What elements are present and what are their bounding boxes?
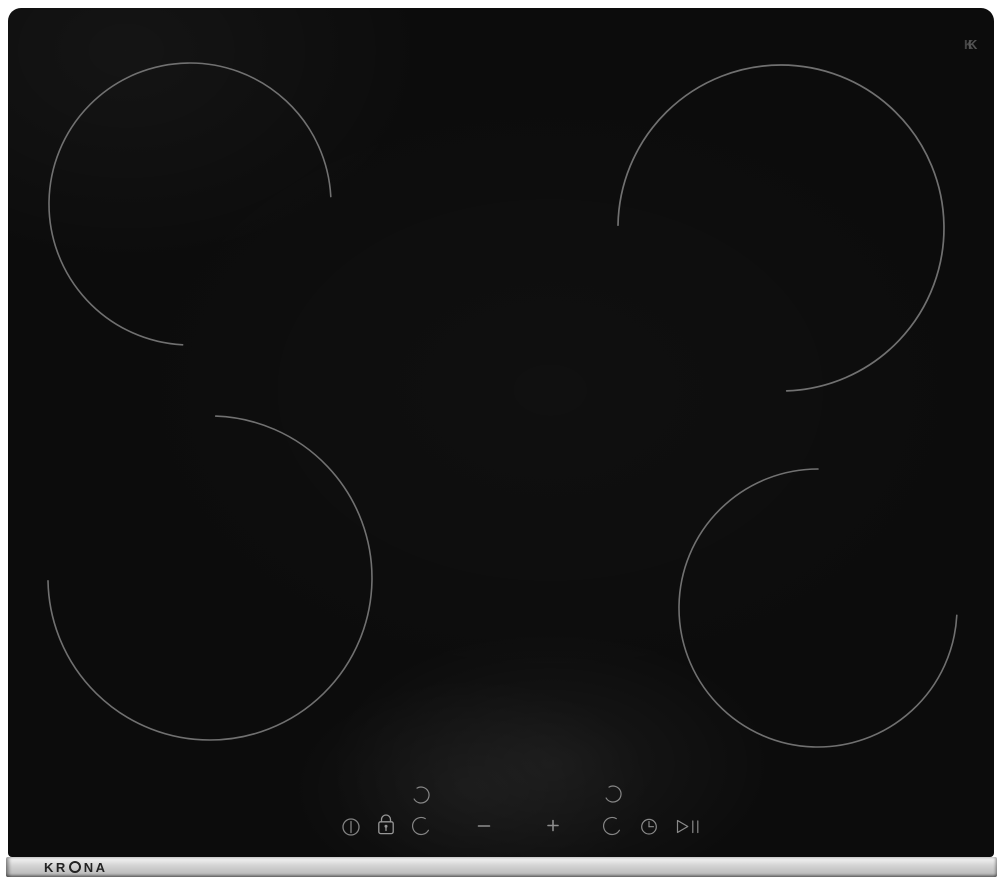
front-left-burner-ring: [48, 416, 372, 740]
stainless-trim-strip: KR NA: [6, 857, 997, 877]
rear-right-zone-select-key[interactable]: [606, 786, 621, 802]
brand-mark-k-icon: K K: [956, 36, 986, 56]
zone-selector-keys: [413, 786, 621, 834]
power-key[interactable]: [343, 819, 359, 835]
burner-rings: [48, 63, 957, 747]
brand-mark-k: K: [968, 37, 977, 52]
front-right-zone-select-key[interactable]: [604, 817, 620, 834]
play-icon: [678, 821, 688, 833]
front-left-zone-select-key[interactable]: [413, 817, 429, 834]
logo-o-ring-icon: [69, 861, 81, 873]
front-right-burner-ring: [679, 469, 957, 747]
rear-right-burner-ring: [618, 65, 944, 391]
ceramic-glass-surface: K K: [8, 8, 994, 857]
logo-text-na: NA: [84, 860, 108, 875]
krona-logo: KR NA: [44, 857, 108, 877]
plus-key[interactable]: [548, 821, 558, 831]
timer-key[interactable]: [642, 819, 657, 834]
cooktop-graphics: [0, 0, 1000, 880]
rear-left-zone-select-key[interactable]: [414, 787, 429, 803]
cooktop-product-image: K K KR NA: [0, 0, 1000, 880]
lock-icon: [382, 815, 391, 822]
play-pause-key[interactable]: [678, 821, 698, 833]
rear-left-burner-ring: [49, 63, 331, 345]
logo-text-kr: KR: [44, 860, 68, 875]
lock-key[interactable]: [379, 815, 393, 834]
